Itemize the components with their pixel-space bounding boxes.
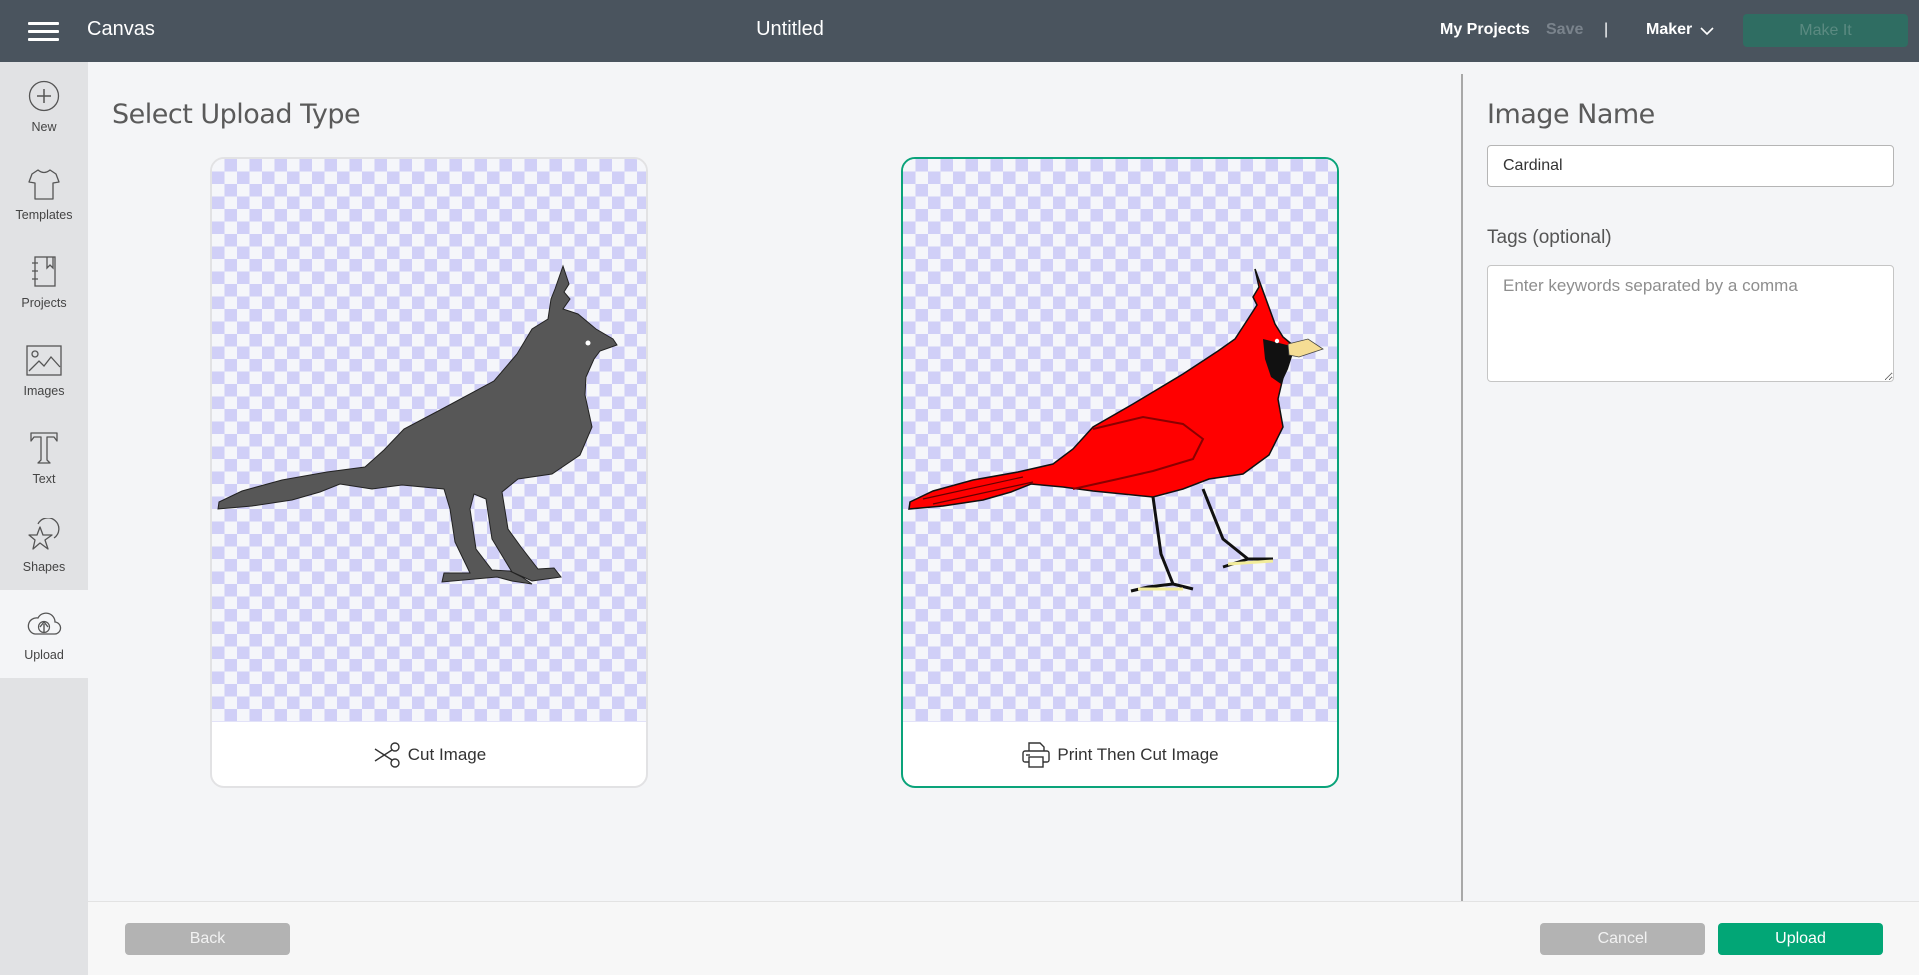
plus-circle-icon (28, 80, 60, 112)
page-title: Select Upload Type (112, 99, 361, 130)
print-then-cut-option[interactable]: Print Then Cut Image (901, 157, 1339, 788)
cut-image-label: Cut Image (407, 745, 487, 764)
upload-button[interactable]: Upload (1718, 923, 1883, 955)
print-then-cut-label-row: Print Then Cut Image (903, 722, 1337, 786)
sidebar-item-images[interactable]: Images (0, 326, 88, 414)
header-separator: | (1604, 21, 1609, 38)
image-name-heading: Image Name (1487, 99, 1655, 130)
printer-icon (1022, 742, 1051, 768)
panel-divider (1461, 74, 1463, 901)
sidebar-item-label: Shapes (22, 560, 66, 574)
sidebar-item-label: New (31, 120, 57, 134)
text-t-icon (30, 432, 58, 464)
sidebar-item-text[interactable]: Text (0, 414, 88, 502)
top-bar: Canvas Untitled My Projects Save | Maker… (0, 0, 1919, 62)
my-projects-link[interactable]: My Projects (1440, 21, 1530, 39)
save-link[interactable]: Save (1546, 21, 1583, 39)
cloud-upload-icon (27, 612, 62, 635)
sidebar-item-label: Templates (15, 208, 73, 222)
sidebar-item-templates[interactable]: Templates (0, 150, 88, 238)
tags-label: Tags (optional) (1487, 227, 1612, 248)
cut-image-label-row: Cut Image (212, 722, 646, 786)
cardinal-color-image (908, 268, 1324, 593)
machine-selector[interactable]: Maker (1646, 21, 1692, 39)
sidebar-item-projects[interactable]: Projects (0, 238, 88, 326)
sidebar-item-label: Upload (24, 648, 64, 662)
print-then-cut-label: Print Then Cut Image (1057, 745, 1219, 764)
notebook-icon (32, 256, 56, 287)
cardinal-silhouette-image (217, 264, 618, 585)
chevron-down-icon[interactable] (1700, 24, 1714, 38)
image-icon (26, 345, 62, 376)
scissors-icon (374, 742, 400, 768)
sidebar-item-new[interactable]: New (0, 62, 88, 150)
sidebar-item-upload[interactable]: Upload (0, 590, 88, 678)
sidebar-item-shapes[interactable]: Shapes (0, 502, 88, 590)
sidebar-item-label: Projects (21, 296, 67, 310)
image-name-input[interactable] (1487, 145, 1894, 187)
sidebar-item-label: Text (32, 472, 56, 486)
sidebar: New Templates Projects Images Text Shape… (0, 62, 88, 975)
cancel-button[interactable]: Cancel (1540, 923, 1705, 955)
make-it-button[interactable]: Make It (1743, 14, 1908, 47)
back-button[interactable]: Back (125, 923, 290, 955)
document-title[interactable]: Untitled (0, 18, 1580, 41)
tshirt-icon (28, 169, 60, 200)
cut-image-option[interactable]: Cut Image (210, 157, 648, 788)
shapes-icon (28, 518, 60, 550)
sidebar-item-label: Images (23, 384, 65, 398)
tags-input[interactable] (1487, 265, 1894, 382)
